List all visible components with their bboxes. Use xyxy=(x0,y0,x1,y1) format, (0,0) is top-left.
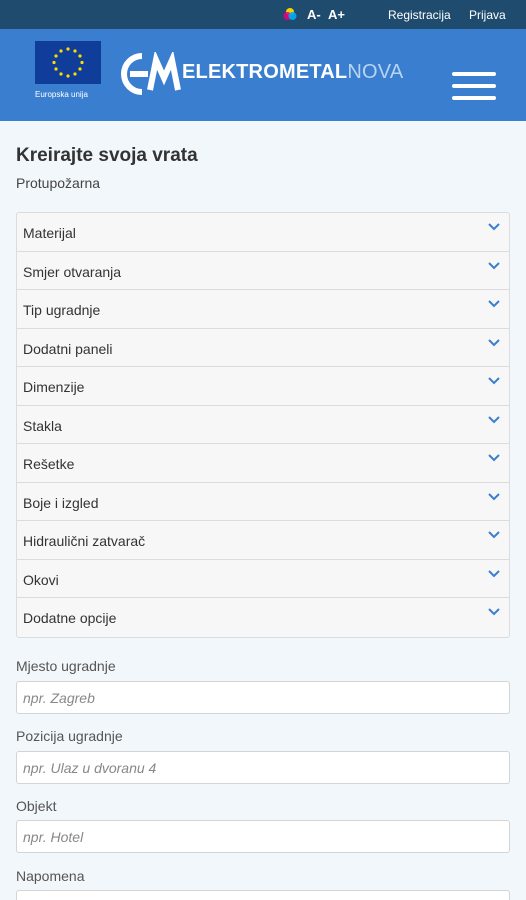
menu-bar xyxy=(452,84,496,88)
font-decrease-button[interactable]: A- xyxy=(307,7,321,22)
position-input[interactable] xyxy=(16,751,510,784)
brand-name-suffix: NOVA xyxy=(347,61,404,83)
brand-name: ELEKTROMETALNOVA xyxy=(182,61,403,84)
menu-bar xyxy=(452,72,496,76)
site-header: Europska unija ELEKTROMETALNOVA xyxy=(0,29,526,121)
chevron-down-icon xyxy=(488,492,500,500)
accordion-label: Boje i izgled xyxy=(23,494,99,511)
accordion-label: Rešetke xyxy=(23,456,75,472)
accordion-label: Dimenzije xyxy=(23,379,85,395)
position-label: Pozicija ugradnje xyxy=(16,728,123,744)
hamburger-menu-button[interactable] xyxy=(452,72,496,100)
accordion-label: Dodatni paneli xyxy=(23,340,113,357)
chevron-down-icon xyxy=(488,608,500,616)
eu-caption: Europska unija xyxy=(35,90,88,99)
location-input[interactable] xyxy=(16,681,510,714)
accordion-item-stakla[interactable]: Stakla xyxy=(17,406,509,444)
accordion-item-hidraulicni-zatvarac[interactable]: Hidraulični zatvarač xyxy=(17,521,509,560)
chevron-down-icon xyxy=(488,338,500,346)
chevron-down-icon xyxy=(488,454,500,462)
chevron-down-icon xyxy=(488,377,500,385)
accordion-label: Tip ugradnje xyxy=(23,302,101,318)
page-title: Kreirajte svoja vrata xyxy=(16,145,198,166)
accordion-label: Materijal xyxy=(23,225,76,241)
note-input[interactable] xyxy=(16,890,510,900)
accordion-label: Hidraulični zatvarač xyxy=(23,533,146,549)
location-label: Mjesto ugradnje xyxy=(16,658,116,674)
top-bar: A- A+ Registracija Prijava xyxy=(0,0,526,29)
register-link[interactable]: Registracija xyxy=(388,8,451,22)
brand-name-main: ELEKTROMETAL xyxy=(182,61,348,83)
object-input[interactable] xyxy=(16,820,510,853)
accordion-label: Dodatne opcije xyxy=(23,610,117,626)
accordion-item-dimenzije[interactable]: Dimenzije xyxy=(17,367,509,406)
font-increase-button[interactable]: A+ xyxy=(328,7,345,22)
chevron-down-icon xyxy=(488,531,500,539)
page-subtitle: Protupožarna xyxy=(16,175,101,191)
accordion-item-boje-i-izgled[interactable]: Boje i izgled xyxy=(17,483,509,521)
configurator-accordion: Materijal Smjer otvaranja Tip ugradnje D… xyxy=(16,212,510,638)
accordion-item-tip-ugradnje[interactable]: Tip ugradnje xyxy=(17,290,509,329)
chevron-down-icon xyxy=(488,261,500,269)
accordion-item-smjer-otvaranja[interactable]: Smjer otvaranja xyxy=(17,252,509,290)
note-label: Napomena xyxy=(16,868,85,884)
accordion-label: Smjer otvaranja xyxy=(23,263,122,280)
color-contrast-icon[interactable] xyxy=(282,6,298,22)
accordion-item-resetke[interactable]: Rešetke xyxy=(17,444,509,483)
login-link[interactable]: Prijava xyxy=(469,8,506,22)
object-label: Objekt xyxy=(16,798,57,814)
accordion-item-materijal[interactable]: Materijal xyxy=(17,213,509,252)
chevron-down-icon xyxy=(488,415,500,423)
accordion-item-okovi[interactable]: Okovi xyxy=(17,560,509,598)
accordion-item-dodatne-opcije[interactable]: Dodatne opcije xyxy=(17,598,509,637)
chevron-down-icon xyxy=(488,300,500,308)
accordion-label: Okovi xyxy=(23,571,59,588)
chevron-down-icon xyxy=(488,223,500,231)
chevron-down-icon xyxy=(488,569,500,577)
accordion-label: Stakla xyxy=(23,417,62,434)
menu-bar xyxy=(452,96,496,100)
accordion-item-dodatni-paneli[interactable]: Dodatni paneli xyxy=(17,329,509,367)
eu-flag-icon xyxy=(35,41,101,84)
